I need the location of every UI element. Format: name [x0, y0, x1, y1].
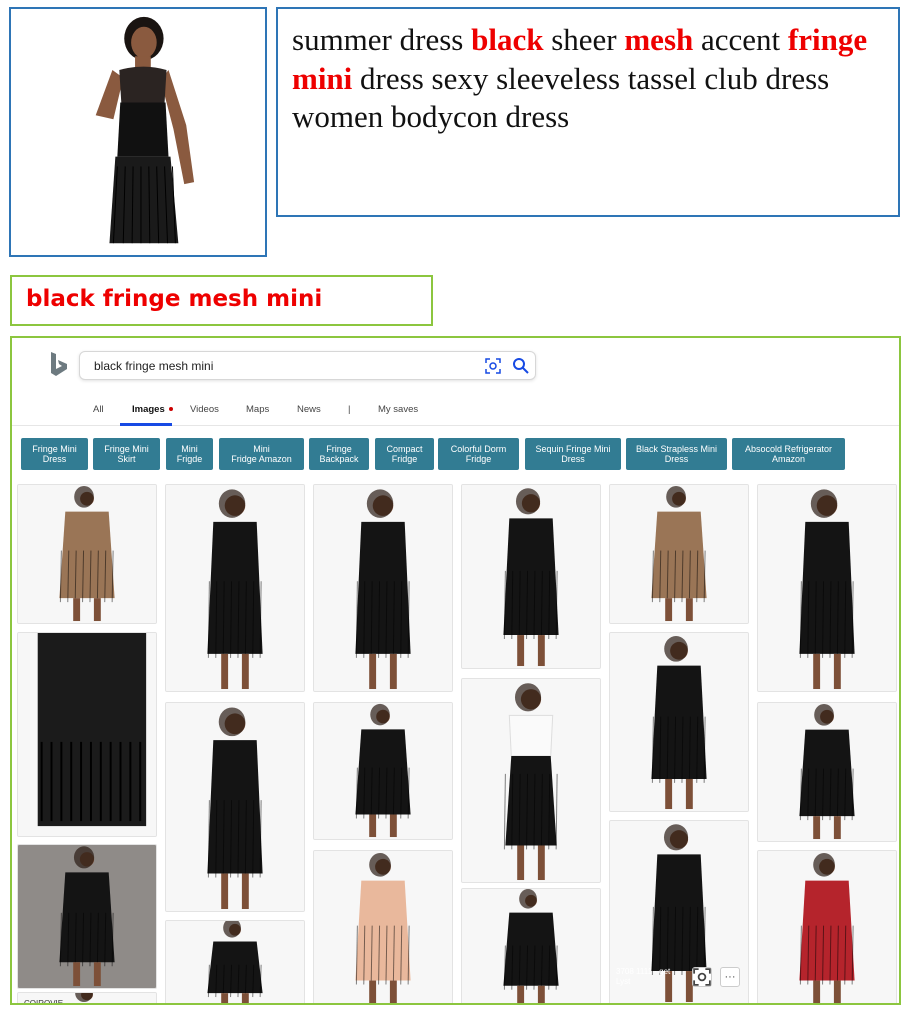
- bing-logo-icon[interactable]: [48, 350, 70, 378]
- tab-divider: |: [348, 404, 351, 415]
- related-chip[interactable]: Sequin Fringe Mini Dress: [525, 438, 621, 470]
- camera-search-icon[interactable]: [485, 358, 501, 374]
- image-result-card[interactable]: [609, 632, 749, 812]
- chip-line: Absocold Refrigerator: [744, 444, 833, 454]
- dress-photo-thumbnail: [462, 679, 600, 882]
- tab-my-saves[interactable]: My saves: [378, 404, 418, 415]
- chip-line: Fridge: [465, 454, 492, 464]
- active-tab-underline: [120, 423, 172, 426]
- chip-line: Colorful Dorm: [450, 444, 507, 454]
- query-label: black fringe mesh mini: [10, 275, 433, 326]
- image-result-card[interactable]: [757, 484, 897, 692]
- hover-source-site: Lyst: [616, 977, 631, 986]
- image-result-card[interactable]: 3708 1111 · get Lyst ···: [609, 820, 749, 1003]
- image-brand-watermark: COIROVIE: [24, 999, 64, 1005]
- image-result-card[interactable]: [461, 484, 601, 669]
- tab-maps[interactable]: Maps: [246, 404, 269, 415]
- highlighted-keyword: black: [471, 22, 544, 57]
- chip-line: Backpack: [319, 454, 359, 464]
- chip-line: Mini: [253, 444, 270, 454]
- visual-search-button[interactable]: [692, 967, 712, 987]
- image-result-card[interactable]: [165, 920, 305, 1003]
- dress-photo-thumbnail: [314, 703, 452, 839]
- camera-search-icon: [693, 968, 711, 986]
- tab-all[interactable]: All: [93, 404, 104, 415]
- chip-line: Amazon: [771, 454, 805, 464]
- magnifier-icon[interactable]: [512, 357, 530, 375]
- search-results-panel: black fringe mesh mini All Images Videos…: [10, 336, 901, 1005]
- related-chip[interactable]: Black Strapless Mini Dress: [626, 438, 727, 470]
- dress-photo-thumbnail: [462, 485, 600, 668]
- chip-line: Dress: [561, 454, 585, 464]
- related-chip[interactable]: Fringe Backpack: [309, 438, 369, 470]
- vertical-tabs: All Images Videos Maps News | My saves: [12, 396, 899, 426]
- model-in-black-fringe-dress-image: [11, 9, 265, 255]
- dress-photo-thumbnail: [166, 921, 304, 1003]
- dress-photo-thumbnail: [166, 485, 304, 691]
- chip-line: Frigde: [176, 454, 203, 464]
- chip-line: Fridge: [391, 454, 418, 464]
- dress-photo-thumbnail: [610, 485, 748, 623]
- tab-news[interactable]: News: [297, 404, 321, 415]
- notification-dot-icon: [169, 407, 173, 411]
- related-chip[interactable]: Fringe Mini Dress: [21, 438, 88, 470]
- search-bar[interactable]: black fringe mesh mini: [79, 351, 536, 380]
- more-options-button[interactable]: ···: [720, 967, 740, 987]
- highlighted-keyword: mesh: [624, 22, 694, 57]
- related-chip[interactable]: Fringe Mini Skirt: [93, 438, 160, 470]
- product-title: summer dress black sheer mesh accent fri…: [276, 7, 900, 217]
- related-chip[interactable]: Colorful Dorm Fridge: [438, 438, 519, 470]
- dress-photo-thumbnail: [314, 485, 452, 691]
- image-result-card[interactable]: [17, 484, 157, 624]
- related-chip[interactable]: Absocold Refrigerator Amazon: [732, 438, 845, 470]
- dress-photo-thumbnail: [166, 703, 304, 911]
- chip-line: Black Strapless Mini: [635, 444, 718, 454]
- dress-photo-thumbnail: [18, 485, 156, 623]
- related-chip[interactable]: Compact Fridge: [375, 438, 434, 470]
- dress-photo-thumbnail: [18, 633, 156, 836]
- image-result-card[interactable]: [757, 702, 897, 842]
- chip-line: Sequin Fringe Mini: [535, 444, 611, 454]
- image-result-card[interactable]: [17, 632, 157, 837]
- chip-line: Compact: [386, 444, 423, 454]
- product-image: [9, 7, 267, 257]
- dress-photo-thumbnail: [18, 845, 156, 988]
- image-result-card[interactable]: [609, 484, 749, 624]
- chip-line: Fringe Mini: [104, 444, 149, 454]
- image-result-card[interactable]: [461, 888, 601, 1003]
- chip-line: Fringe Mini: [32, 444, 77, 454]
- dress-photo-thumbnail: [462, 889, 600, 1003]
- image-result-card[interactable]: COIROVIE: [17, 992, 157, 1005]
- image-result-card[interactable]: [313, 702, 453, 840]
- hover-source-label[interactable]: 3708 1111 · get Lyst: [616, 967, 670, 987]
- tab-images[interactable]: Images: [132, 404, 165, 415]
- dress-photo-thumbnail: [758, 703, 896, 841]
- image-result-card[interactable]: [757, 850, 897, 1003]
- chip-line: Fringe: [326, 444, 352, 454]
- image-result-card[interactable]: [17, 844, 157, 989]
- title-text: dress sexy sleeveless tassel club dress …: [292, 60, 830, 135]
- search-input[interactable]: black fringe mesh mini: [94, 359, 213, 373]
- related-chip[interactable]: Mini Frigde: [166, 438, 213, 470]
- image-result-card[interactable]: [165, 702, 305, 912]
- dress-photo-thumbnail: [758, 851, 896, 1003]
- title-text: sheer: [543, 22, 625, 57]
- chip-line: Skirt: [117, 454, 136, 464]
- image-result-card[interactable]: [313, 850, 453, 1003]
- dress-photo-thumbnail: [314, 851, 452, 1003]
- related-chip[interactable]: Mini Fridge Amazon: [219, 438, 304, 470]
- chip-line: Fridge Amazon: [231, 454, 292, 464]
- chip-line: Mini: [181, 444, 198, 454]
- title-text: accent: [693, 22, 788, 57]
- dress-photo-thumbnail: [610, 633, 748, 811]
- image-result-card[interactable]: [165, 484, 305, 692]
- dress-photo-thumbnail: [758, 485, 896, 691]
- chip-line: Dress: [42, 454, 67, 464]
- chip-line: Dress: [664, 454, 689, 464]
- tab-videos[interactable]: Videos: [190, 404, 219, 415]
- image-result-card[interactable]: [313, 484, 453, 692]
- image-result-card[interactable]: [461, 678, 601, 883]
- title-text: summer dress: [292, 22, 472, 57]
- hover-source-line: 3708 1111 · get: [616, 967, 671, 976]
